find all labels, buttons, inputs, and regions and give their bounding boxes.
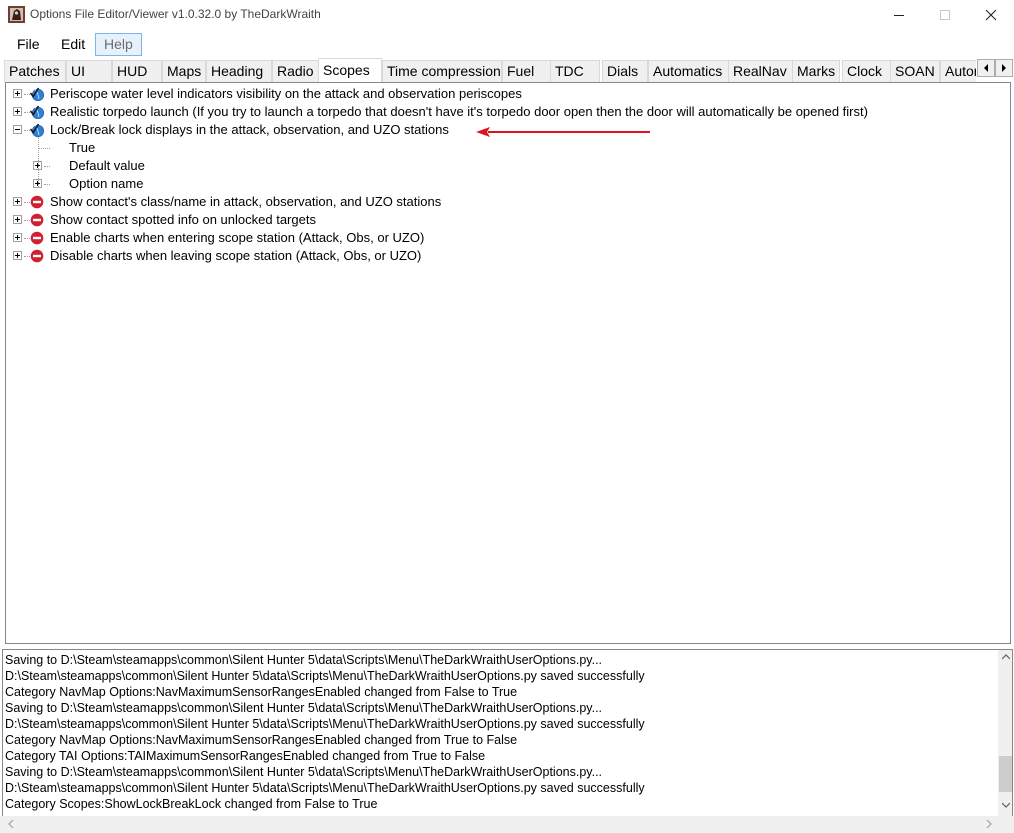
log-line: Category Scopes:ShowLockBreakLock change…	[5, 797, 378, 811]
tab-fuel[interactable]: Fuel	[502, 60, 554, 82]
tree-connector	[44, 166, 50, 167]
title-bar: Options File Editor/Viewer v1.0.32.0 by …	[0, 0, 1014, 30]
tab-realnav[interactable]: RealNav	[728, 60, 794, 82]
close-button[interactable]	[968, 0, 1014, 30]
tab-marks[interactable]: Marks	[792, 60, 840, 82]
scroll-left-icon[interactable]	[8, 820, 14, 828]
tree-item-label[interactable]: Periscope water level indicators visibil…	[50, 85, 522, 103]
log-line: Saving to D:\Steam\steamapps\common\Sile…	[5, 701, 603, 715]
log-line: Category TAI Options:TAIMaximumSensorRan…	[5, 749, 486, 763]
tab-scopes[interactable]: Scopes	[318, 58, 382, 82]
scroll-down-icon[interactable]	[1002, 802, 1010, 808]
log-line: Saving to D:\Steam\steamapps\common\Sile…	[5, 765, 603, 779]
log-line: D:\Steam\steamapps\common\Silent Hunter …	[5, 717, 645, 731]
tree-expander-1[interactable]	[13, 107, 22, 116]
scrollbar-corner	[997, 816, 1014, 833]
tree-item-label[interactable]: Enable charts when entering scope statio…	[50, 229, 424, 247]
tree-child-label[interactable]: True	[69, 139, 95, 157]
tab-clock[interactable]: Clock	[842, 60, 894, 82]
tree-item-label[interactable]: Disable charts when leaving scope statio…	[50, 247, 421, 265]
tab-tdc[interactable]: TDC	[550, 60, 600, 82]
log-scroll-thumb[interactable]	[999, 756, 1012, 792]
tree-expander-5[interactable]	[13, 233, 22, 242]
tree-connector	[38, 148, 50, 149]
check-globe-icon	[29, 123, 45, 138]
tab-scroll-right-button[interactable]	[995, 59, 1013, 77]
tree-expander-0[interactable]	[13, 89, 22, 98]
tab-time-compression[interactable]: Time compression	[382, 60, 502, 82]
maximize-button[interactable]	[922, 0, 968, 30]
app-logo-icon	[8, 6, 25, 23]
log-line: Category NavMap Options:NavMaximumSensor…	[5, 733, 518, 747]
no-entry-icon	[30, 195, 44, 209]
tab-maps[interactable]: Maps	[162, 60, 206, 82]
tab-list: Patches UI HUD Maps Heading Radio Scopes Time c…	[4, 58, 976, 82]
log-vertical-scrollbar[interactable]	[998, 650, 1012, 817]
tree-connector	[38, 137, 39, 187]
log-horizontal-scrollbar[interactable]	[0, 816, 1014, 833]
annotation-arrow-icon	[476, 127, 650, 137]
options-tree[interactable]: Periscope water level indicators visibil…	[5, 82, 1011, 644]
tree-item-label[interactable]: Realistic torpedo launch (If you try to …	[50, 103, 868, 121]
log-line: Category NavMap Options:NavMaximumSensor…	[5, 685, 518, 699]
minimize-button[interactable]	[876, 0, 922, 30]
tab-heading[interactable]: Heading	[206, 60, 272, 82]
tree-expander-3[interactable]	[13, 197, 22, 206]
tab-patches[interactable]: Patches	[4, 60, 66, 82]
menu-bar: File Edit Help	[0, 30, 1014, 58]
log-line: D:\Steam\steamapps\common\Silent Hunter …	[5, 669, 645, 683]
tree-item-label[interactable]: Lock/Break lock displays in the attack, …	[50, 121, 449, 139]
tab-dials[interactable]: Dials	[602, 60, 648, 82]
tree-item-label[interactable]: Show contact spotted info on unlocked ta…	[50, 211, 316, 229]
tree-child-label[interactable]: Default value	[69, 157, 145, 175]
menu-help[interactable]: Help	[95, 33, 142, 56]
log-line: D:\Steam\steamapps\common\Silent Hunter …	[5, 781, 645, 795]
no-entry-icon	[30, 231, 44, 245]
tree-connector	[44, 184, 50, 185]
log-output[interactable]: Category Scopes:ShowLockBreakLock change…	[2, 649, 1013, 818]
tab-scroll-left-button[interactable]	[977, 59, 995, 77]
window-title: Options File Editor/Viewer v1.0.32.0 by …	[30, 7, 321, 21]
scroll-up-icon[interactable]	[1002, 654, 1010, 660]
tree-child-label[interactable]: Option name	[69, 175, 143, 193]
no-entry-icon	[30, 213, 44, 227]
tab-radio[interactable]: Radio	[272, 60, 322, 82]
tree-expander-4[interactable]	[13, 215, 22, 224]
tab-strip: Patches UI HUD Maps Heading Radio Scopes Time c…	[0, 58, 1014, 82]
tree-expander-6[interactable]	[13, 251, 22, 260]
tab-ui[interactable]: UI	[66, 60, 112, 82]
no-entry-icon	[30, 249, 44, 263]
tree-expander-2[interactable]	[13, 125, 22, 134]
menu-file[interactable]: File	[8, 33, 49, 56]
scroll-right-icon[interactable]	[986, 820, 992, 828]
tree-item-label[interactable]: Show contact's class/name in attack, obs…	[50, 193, 441, 211]
log-line: Saving to D:\Steam\steamapps\common\Sile…	[5, 653, 603, 667]
tab-soan[interactable]: SOAN	[890, 60, 940, 82]
tab-automatics[interactable]: Automatics	[648, 60, 730, 82]
menu-edit[interactable]: Edit	[52, 33, 94, 56]
tab-autor[interactable]: Autor	[940, 60, 976, 82]
check-globe-icon	[29, 105, 45, 120]
tab-hud[interactable]: HUD	[112, 60, 162, 82]
check-globe-icon	[29, 87, 45, 102]
